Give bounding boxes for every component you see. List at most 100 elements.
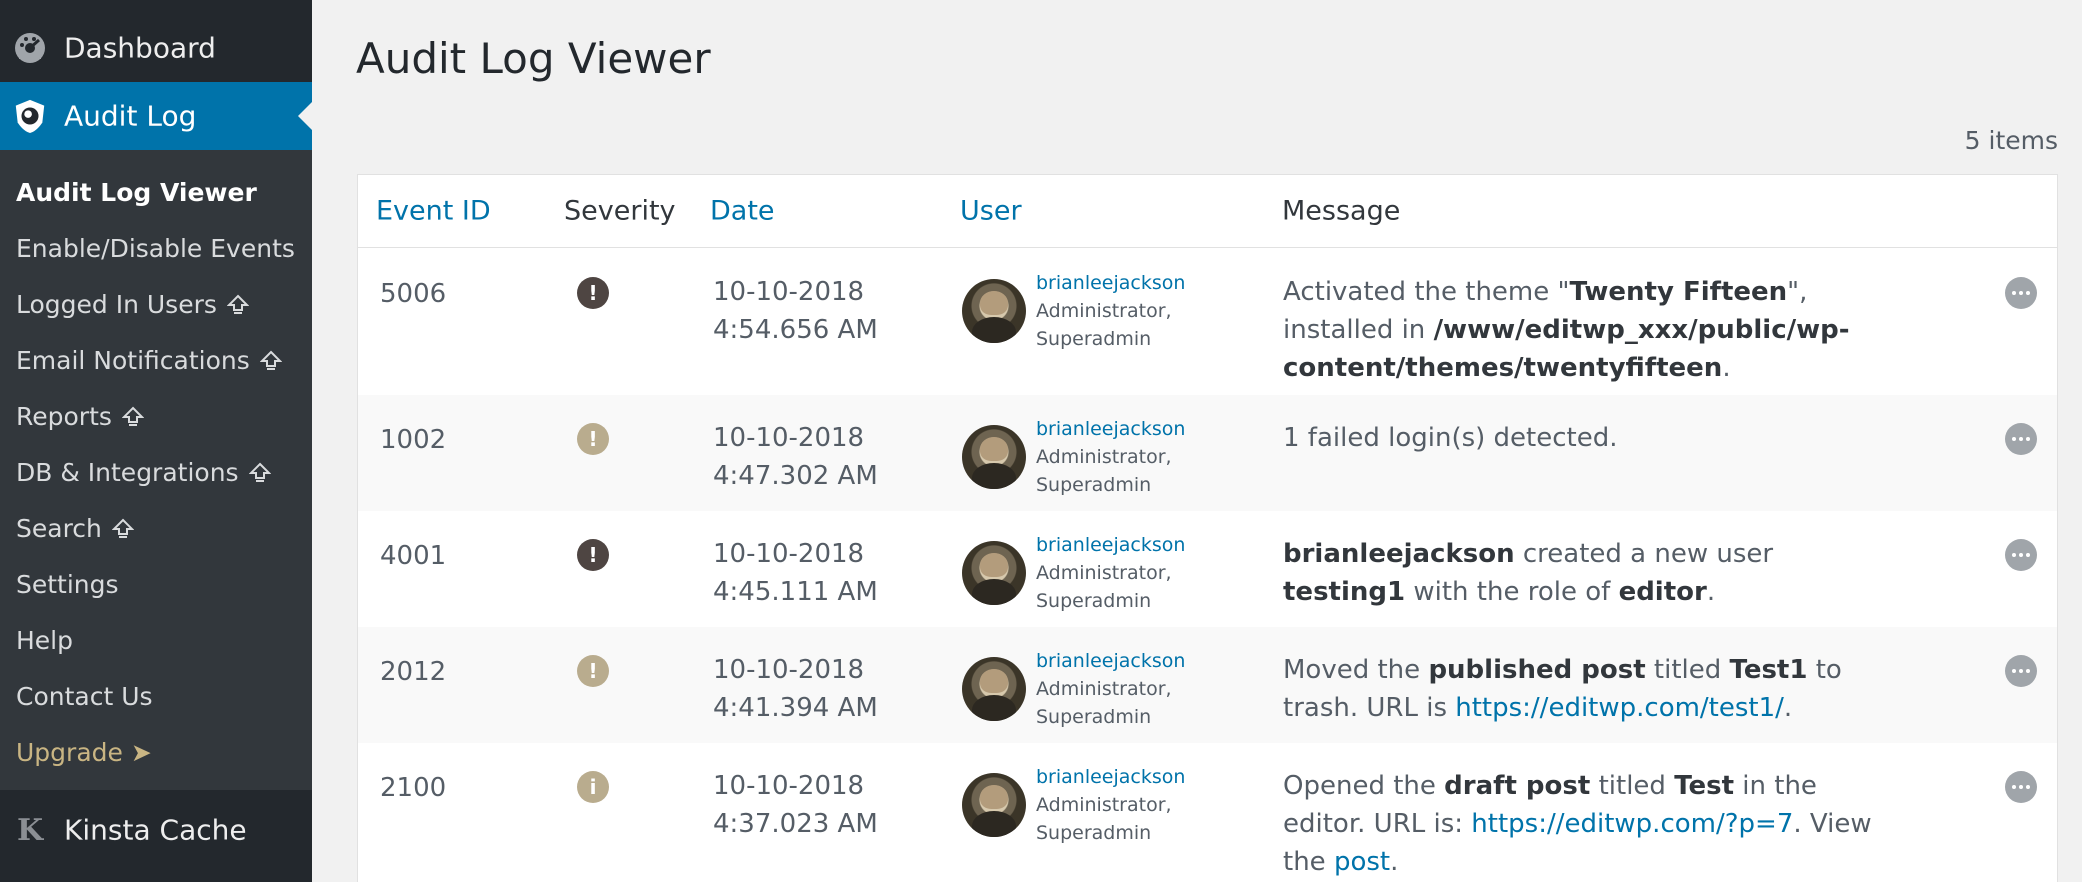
- event-date-day: 10-10-2018: [713, 771, 865, 801]
- more-options-icon[interactable]: [2005, 539, 2037, 571]
- event-id: 2100: [380, 773, 447, 803]
- message-text: .: [1722, 353, 1731, 383]
- submenu-item-enable-disable-events[interactable]: Enable/Disable Events: [16, 234, 295, 263]
- message-bold: Test: [1674, 771, 1735, 801]
- event-date-day: 10-10-2018: [713, 539, 865, 569]
- user-avatar: [962, 657, 1026, 721]
- message-text: Activated the theme ": [1283, 277, 1570, 307]
- user-role: Superadmin: [1036, 474, 1152, 496]
- menu-item-audit-log[interactable]: Audit Log: [0, 82, 312, 150]
- event-id: 2012: [380, 657, 447, 687]
- user-role: Administrator,: [1036, 794, 1172, 816]
- menu-item-dashboard-label: Dashboard: [64, 31, 216, 65]
- submenu-item-settings[interactable]: Settings: [16, 570, 119, 599]
- upgrade-arrow-icon: [259, 350, 282, 370]
- message-text: Opened the: [1283, 771, 1445, 801]
- user-role: Administrator,: [1036, 562, 1172, 584]
- upgrade-arrow-icon: [121, 406, 144, 426]
- column-header-event-id[interactable]: Event ID: [376, 196, 491, 227]
- table-row: 4001 ! 10-10-2018 4:45.111 AM brianleeja…: [358, 511, 2057, 627]
- user-avatar: [962, 541, 1026, 605]
- admin-sidebar: Dashboard Audit Log Audit Log Viewer Ena…: [0, 0, 312, 882]
- severity-warning-icon: !: [577, 655, 609, 687]
- event-date-day: 10-10-2018: [713, 655, 865, 685]
- column-header-user[interactable]: User: [960, 196, 1022, 227]
- username-link[interactable]: brianleejackson: [1036, 647, 1185, 675]
- user-role: Administrator,: [1036, 678, 1172, 700]
- submenu-item-db-integrations[interactable]: DB & Integrations: [16, 458, 271, 487]
- submenu-label: Enable/Disable Events: [16, 234, 295, 263]
- submenu-item-audit-log-viewer[interactable]: Audit Log Viewer: [16, 178, 257, 207]
- message-bold: draft post: [1444, 771, 1591, 801]
- event-date: 10-10-2018 4:45.111 AM: [713, 535, 878, 611]
- more-options-icon[interactable]: [2005, 277, 2037, 309]
- message-url-link[interactable]: https://editwp.com/test1/: [1455, 693, 1784, 723]
- column-header-date[interactable]: Date: [710, 196, 775, 227]
- severity-critical-icon: !: [577, 539, 609, 571]
- user-info: brianleejackson Administrator, Superadmi…: [1036, 763, 1185, 847]
- submenu-item-contact-us[interactable]: Contact Us: [16, 682, 153, 711]
- event-id: 4001: [380, 541, 447, 571]
- submenu-label: Settings: [16, 570, 119, 599]
- table-row: 1002 ! 10-10-2018 4:47.302 AM brianleeja…: [358, 395, 2057, 511]
- table-row: 2100 i 10-10-2018 4:37.023 AM brianleeja…: [358, 743, 2057, 882]
- menu-item-kinsta-cache-label: Kinsta Cache: [64, 813, 247, 847]
- menu-item-dashboard[interactable]: Dashboard: [0, 14, 312, 82]
- username-link[interactable]: brianleejackson: [1036, 269, 1185, 297]
- message-text: titled: [1590, 771, 1675, 801]
- message-bold: testing1: [1283, 577, 1406, 607]
- submenu-label: Email Notifications: [16, 346, 250, 375]
- submenu-label: Audit Log Viewer: [16, 178, 257, 207]
- user-role: Superadmin: [1036, 328, 1152, 350]
- message-bold: brianleejackson: [1283, 539, 1515, 569]
- submenu-item-search[interactable]: Search: [16, 514, 134, 543]
- more-options-icon[interactable]: [2005, 771, 2037, 803]
- message-bold: published post: [1428, 655, 1646, 685]
- table-row: 5006 ! 10-10-2018 4:54.656 AM brianleeja…: [358, 249, 2057, 395]
- message-bold: Twenty Fifteen: [1569, 277, 1788, 307]
- user-avatar: [962, 279, 1026, 343]
- submenu-item-logged-in-users[interactable]: Logged In Users: [16, 290, 249, 319]
- message-text: created a new user: [1514, 539, 1774, 569]
- submenu-item-help[interactable]: Help: [16, 626, 73, 655]
- event-message: Opened the draft post titled Test in the…: [1283, 767, 1903, 881]
- event-date-time: 4:54.656 AM: [713, 315, 878, 345]
- column-header-message: Message: [1282, 195, 1401, 227]
- submenu-item-reports[interactable]: Reports: [16, 402, 144, 431]
- event-id: 5006: [380, 279, 447, 309]
- message-text: .: [1706, 577, 1716, 607]
- message-post-link[interactable]: post: [1334, 847, 1390, 877]
- menu-item-audit-log-label: Audit Log: [64, 99, 197, 133]
- user-role: Superadmin: [1036, 590, 1152, 612]
- event-date-day: 10-10-2018: [713, 423, 865, 453]
- submenu-label: Upgrade ➤: [16, 738, 152, 767]
- user-role: Superadmin: [1036, 706, 1152, 728]
- more-options-icon[interactable]: [2005, 655, 2037, 687]
- page-title: Audit Log Viewer: [356, 34, 711, 83]
- event-date-time: 4:41.394 AM: [713, 693, 878, 723]
- message-url-link[interactable]: https://editwp.com/?p=7: [1471, 809, 1793, 839]
- table-header: Event ID Severity Date User Message: [358, 175, 2057, 248]
- message-text: with the role of: [1405, 577, 1619, 607]
- audit-log-table: Event ID Severity Date User Message 5006…: [357, 174, 2058, 882]
- message-bold: editor: [1618, 577, 1707, 607]
- submenu-item-upgrade[interactable]: Upgrade ➤: [16, 738, 152, 767]
- username-link[interactable]: brianleejackson: [1036, 531, 1185, 559]
- username-link[interactable]: brianleejackson: [1036, 763, 1185, 791]
- message-text: titled: [1645, 655, 1730, 685]
- severity-info-icon: i: [577, 771, 609, 803]
- user-avatar: [962, 773, 1026, 837]
- event-date-day: 10-10-2018: [713, 277, 865, 307]
- username-link[interactable]: brianleejackson: [1036, 415, 1185, 443]
- kinsta-k-icon: K: [16, 812, 44, 848]
- column-header-severity: Severity: [564, 195, 676, 227]
- message-text: Moved the: [1283, 655, 1429, 685]
- more-options-icon[interactable]: [2005, 423, 2037, 455]
- submenu-item-email-notifications[interactable]: Email Notifications: [16, 346, 282, 375]
- user-info: brianleejackson Administrator, Superadmi…: [1036, 269, 1185, 353]
- event-date-time: 4:45.111 AM: [713, 577, 878, 607]
- event-date-time: 4:47.302 AM: [713, 461, 878, 491]
- menu-item-kinsta-cache[interactable]: K Kinsta Cache: [0, 796, 312, 864]
- message-text: 1 failed login(s) detected.: [1283, 423, 1618, 453]
- submenu-label: Search: [16, 514, 102, 543]
